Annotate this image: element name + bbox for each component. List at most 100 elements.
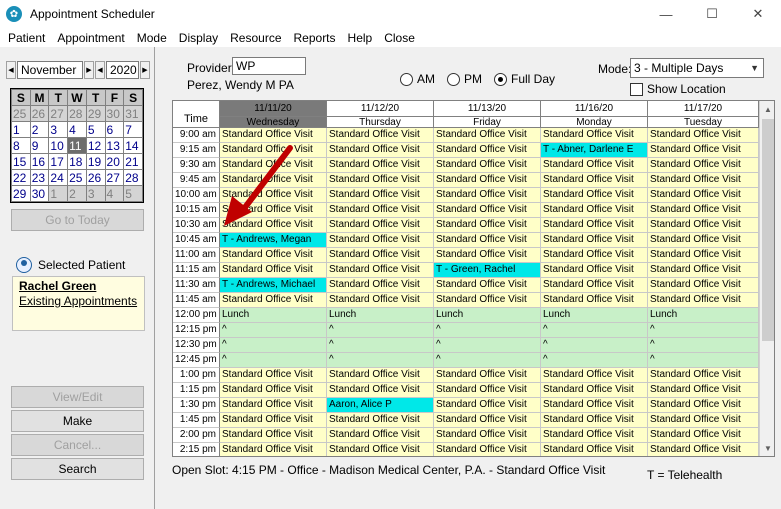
booked-appointment[interactable]: T - Abner, Darlene E xyxy=(541,143,648,158)
lunch-block[interactable]: ^ xyxy=(327,353,434,368)
open-slot[interactable]: Standard Office Visit xyxy=(648,143,759,158)
calendar-day[interactable]: 23 xyxy=(29,169,50,186)
open-slot[interactable]: Standard Office Visit xyxy=(220,143,327,158)
day-column-header[interactable]: 11/17/20 Tuesday xyxy=(648,101,759,128)
day-column-header[interactable]: 11/16/20 Monday xyxy=(541,101,648,128)
open-slot[interactable]: Standard Office Visit xyxy=(327,383,434,398)
open-slot[interactable]: Standard Office Visit xyxy=(541,278,648,293)
lunch-block[interactable]: ^ xyxy=(327,338,434,353)
calendar-day[interactable]: 6 xyxy=(104,121,125,138)
open-slot[interactable]: Standard Office Visit xyxy=(541,443,648,456)
open-slot[interactable]: Standard Office Visit xyxy=(434,383,541,398)
day-column-header[interactable]: 11/12/20 Thursday xyxy=(327,101,434,128)
calendar-day[interactable]: 26 xyxy=(29,105,50,122)
am-radio[interactable]: AM xyxy=(400,72,435,86)
close-icon[interactable]: ✕ xyxy=(735,0,781,28)
lunch-block[interactable]: ^ xyxy=(434,353,541,368)
lunch-block[interactable]: ^ xyxy=(541,353,648,368)
lunch-block[interactable]: ^ xyxy=(541,338,648,353)
search-button[interactable]: Search xyxy=(11,458,144,480)
menu-display[interactable]: Display xyxy=(173,31,224,45)
open-slot[interactable]: Standard Office Visit xyxy=(327,188,434,203)
open-slot[interactable]: Standard Office Visit xyxy=(434,278,541,293)
open-slot[interactable]: Standard Office Visit xyxy=(327,143,434,158)
maximize-icon[interactable]: ☐ xyxy=(689,0,735,28)
calendar-day[interactable]: 5 xyxy=(123,185,143,202)
calendar-day[interactable]: 12 xyxy=(85,137,106,154)
open-slot[interactable]: Standard Office Visit xyxy=(648,188,759,203)
open-slot[interactable]: Standard Office Visit xyxy=(434,218,541,233)
lunch-block[interactable]: ^ xyxy=(220,338,327,353)
open-slot[interactable]: Standard Office Visit xyxy=(220,413,327,428)
calendar-day[interactable]: 31 xyxy=(123,105,143,122)
calendar-day[interactable]: 2 xyxy=(67,185,87,202)
provider-input[interactable]: WP xyxy=(232,57,306,75)
calendar-day[interactable]: 26 xyxy=(85,169,106,186)
booked-appointment[interactable]: T - Andrews, Megan xyxy=(220,233,327,248)
open-slot[interactable]: Standard Office Visit xyxy=(327,218,434,233)
open-slot[interactable]: Standard Office Visit xyxy=(327,263,434,278)
open-slot[interactable]: Standard Office Visit xyxy=(541,293,648,308)
open-slot[interactable]: Standard Office Visit xyxy=(648,443,759,456)
calendar-day[interactable]: 10 xyxy=(48,137,69,154)
booked-appointment[interactable]: T - Andrews, Michael xyxy=(220,278,327,293)
open-slot[interactable]: Standard Office Visit xyxy=(434,428,541,443)
open-slot[interactable]: Standard Office Visit xyxy=(541,203,648,218)
calendar-day[interactable]: 24 xyxy=(48,169,69,186)
open-slot[interactable]: Standard Office Visit xyxy=(327,443,434,456)
open-slot[interactable]: Standard Office Visit xyxy=(220,383,327,398)
open-slot[interactable]: Standard Office Visit xyxy=(541,248,648,263)
open-slot[interactable]: Standard Office Visit xyxy=(648,278,759,293)
calendar-day-selected[interactable]: 11 xyxy=(67,137,87,154)
open-slot[interactable]: Standard Office Visit xyxy=(434,398,541,413)
pm-radio[interactable]: PM xyxy=(447,72,482,86)
calendar-day[interactable]: 29 xyxy=(85,105,106,122)
menu-help[interactable]: Help xyxy=(342,31,379,45)
calendar-day[interactable]: 5 xyxy=(85,121,106,138)
next-year-icon[interactable]: ▶ xyxy=(140,61,150,79)
existing-appointments-link[interactable]: Existing Appointments xyxy=(19,294,138,308)
open-slot[interactable]: Standard Office Visit xyxy=(327,368,434,383)
view-edit-button[interactable]: View/Edit xyxy=(11,386,144,408)
open-slot[interactable]: Standard Office Visit xyxy=(648,398,759,413)
calendar-day[interactable]: 30 xyxy=(104,105,125,122)
open-slot[interactable]: Standard Office Visit xyxy=(220,158,327,173)
calendar-day[interactable]: 4 xyxy=(104,185,125,202)
open-slot[interactable]: Standard Office Visit xyxy=(434,188,541,203)
open-slot[interactable]: Standard Office Visit xyxy=(327,278,434,293)
open-slot[interactable]: Standard Office Visit xyxy=(434,143,541,158)
year-field[interactable]: 2020 xyxy=(106,61,139,79)
open-slot[interactable]: Standard Office Visit xyxy=(541,383,648,398)
open-slot[interactable]: Standard Office Visit xyxy=(220,188,327,203)
calendar-day[interactable]: 27 xyxy=(48,105,69,122)
menu-resource[interactable]: Resource xyxy=(224,31,287,45)
open-slot[interactable]: Standard Office Visit xyxy=(434,158,541,173)
vertical-scrollbar[interactable]: ▲ ▼ xyxy=(759,101,774,456)
open-slot[interactable]: Standard Office Visit xyxy=(648,293,759,308)
calendar-day[interactable]: 3 xyxy=(48,121,69,138)
open-slot[interactable]: Standard Office Visit xyxy=(541,413,648,428)
menu-appointment[interactable]: Appointment xyxy=(51,31,130,45)
open-slot[interactable]: Standard Office Visit xyxy=(327,293,434,308)
open-slot[interactable]: Standard Office Visit xyxy=(648,203,759,218)
calendar-day[interactable]: 7 xyxy=(123,121,143,138)
calendar-day[interactable]: 19 xyxy=(85,153,106,170)
menu-close[interactable]: Close xyxy=(378,31,421,45)
open-slot[interactable]: Standard Office Visit xyxy=(434,203,541,218)
prev-month-icon[interactable]: ◀ xyxy=(6,61,16,79)
open-slot[interactable]: Standard Office Visit xyxy=(541,128,648,143)
scroll-thumb[interactable] xyxy=(762,119,774,341)
open-slot[interactable]: Standard Office Visit xyxy=(541,428,648,443)
calendar-day[interactable]: 28 xyxy=(67,105,87,122)
calendar-day[interactable]: 27 xyxy=(104,169,125,186)
open-slot[interactable]: Standard Office Visit xyxy=(220,398,327,413)
calendar-day[interactable]: 25 xyxy=(11,105,31,122)
calendar-day[interactable]: 9 xyxy=(29,137,50,154)
open-slot[interactable]: Standard Office Visit xyxy=(541,368,648,383)
scroll-down-icon[interactable]: ▼ xyxy=(760,440,774,456)
open-slot[interactable]: Standard Office Visit xyxy=(648,158,759,173)
open-slot[interactable]: Standard Office Visit xyxy=(220,173,327,188)
open-slot[interactable]: Standard Office Visit xyxy=(220,248,327,263)
open-slot[interactable]: Standard Office Visit xyxy=(648,368,759,383)
open-slot[interactable]: Standard Office Visit xyxy=(220,218,327,233)
